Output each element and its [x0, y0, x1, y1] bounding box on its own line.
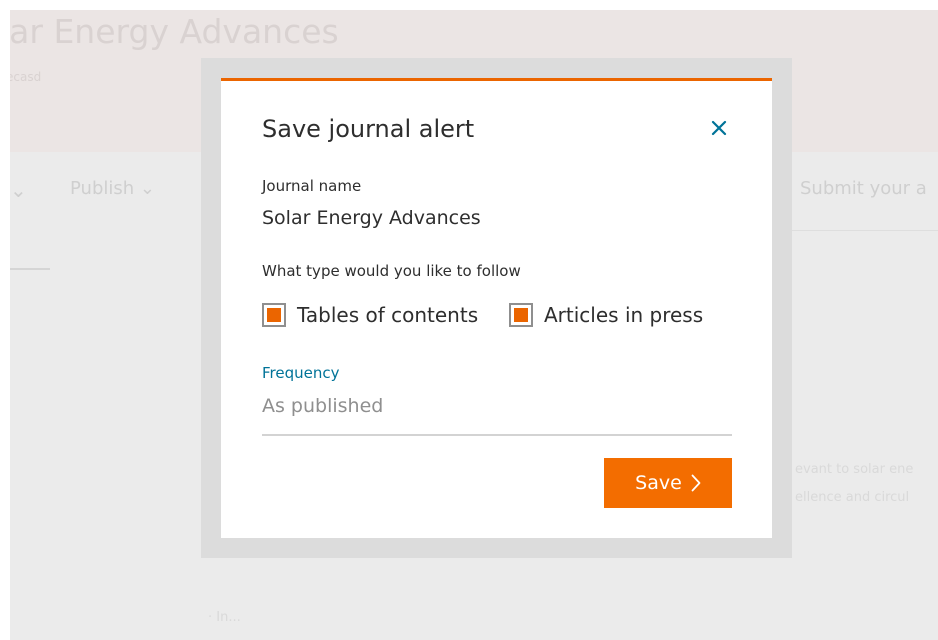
- save-button-label: Save: [635, 472, 682, 494]
- hero-journal-title: lar Energy Advances: [10, 12, 339, 51]
- nav-item-publish: Publish ⌄: [70, 178, 155, 199]
- journal-name-value: Solar Energy Advances: [262, 207, 481, 229]
- save-journal-alert-dialog: Save journal alert Journal name Solar En…: [221, 78, 772, 538]
- articles-in-press-option[interactable]: Articles in press: [509, 300, 703, 330]
- checkbox-checked-mark: [514, 308, 528, 322]
- tables-of-contents-option[interactable]: Tables of contents: [262, 300, 478, 330]
- hero-subtitle: ecasd: [10, 70, 42, 84]
- save-button[interactable]: Save: [604, 458, 732, 508]
- close-icon[interactable]: [708, 117, 730, 139]
- frequency-label: Frequency: [262, 364, 340, 382]
- nav-item-submit: Submit your a: [800, 178, 927, 199]
- articles-in-press-checkbox[interactable]: [509, 303, 533, 327]
- frequency-select[interactable]: As published: [262, 391, 732, 436]
- frequency-value: As published: [262, 395, 384, 417]
- tables-of-contents-checkbox[interactable]: [262, 303, 286, 327]
- background-body-text: ellence and circul: [795, 490, 910, 505]
- background-body-text: evant to solar ene: [795, 462, 914, 477]
- articles-in-press-label: Articles in press: [544, 303, 704, 327]
- checkbox-checked-mark: [267, 308, 281, 322]
- tables-of-contents-label: Tables of contents: [297, 303, 479, 327]
- nav-active-underline: [10, 268, 50, 270]
- chevron-right-icon: [691, 474, 701, 492]
- follow-type-label: What type would you like to follow: [262, 262, 521, 280]
- nav-menu-chevron: ⌄: [10, 178, 27, 202]
- nav-divider: [790, 230, 938, 231]
- background-body-text: · In...: [208, 610, 241, 625]
- dialog-title: Save journal alert: [262, 115, 475, 143]
- journal-name-label: Journal name: [262, 177, 362, 195]
